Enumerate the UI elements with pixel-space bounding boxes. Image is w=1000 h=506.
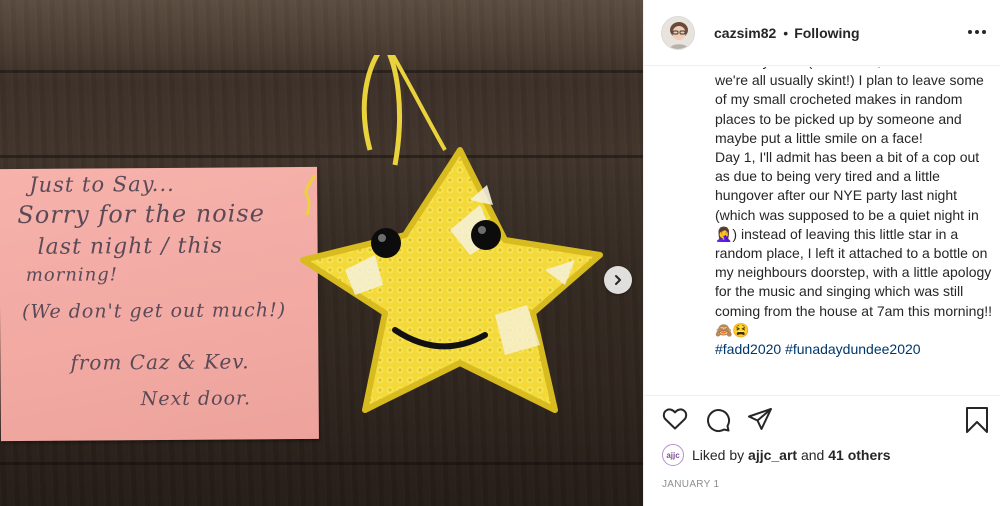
comment-button[interactable] xyxy=(705,407,731,438)
note-line: from Caz & Kev. xyxy=(70,349,250,375)
more-horizontal-icon xyxy=(975,30,979,34)
hashtag-link[interactable]: #fadd2020 xyxy=(715,341,781,357)
more-horizontal-icon xyxy=(968,30,972,34)
likes-others[interactable]: 41 others xyxy=(828,447,890,463)
caption-paragraph: Day 1, I'll admit has been a bit of a co… xyxy=(715,149,993,338)
avatar[interactable]: ajjc xyxy=(662,444,684,466)
save-button[interactable] xyxy=(965,406,989,439)
avatar[interactable] xyxy=(661,15,695,50)
user-avatar-icon xyxy=(662,16,694,49)
following-button[interactable]: Following xyxy=(794,25,859,41)
note-line: last night / this xyxy=(37,233,223,260)
caption-scroll-area[interactable]: for many of us (as it's cold, it's dark … xyxy=(644,67,1000,395)
post-actions: ajjc Liked by ajjc_art and 41 others JAN… xyxy=(644,395,1000,506)
note-line: Next door. xyxy=(140,387,252,411)
chevron-right-icon xyxy=(615,275,621,285)
note-line: morning! xyxy=(25,264,119,286)
like-button[interactable] xyxy=(662,407,688,436)
username[interactable]: cazsim82 xyxy=(714,25,776,41)
more-options-button[interactable] xyxy=(965,20,989,44)
likes-middle: and xyxy=(800,447,825,463)
carousel-next-button[interactable] xyxy=(604,266,632,294)
note-line: (We don't get out much!) xyxy=(21,299,287,323)
likes-summary: ajjc Liked by ajjc_art and 41 others xyxy=(662,444,890,466)
mini-avatar-label: ajjc xyxy=(666,450,680,460)
caption-paragraph: for many of us (as it's cold, it's dark … xyxy=(715,67,984,146)
note-line: Sorry for the noise xyxy=(17,199,265,229)
post-photo: Just to Say... Sorry for the noise last … xyxy=(0,0,643,506)
hashtag-link[interactable]: #funadaydundee2020 xyxy=(785,341,920,357)
share-paper-plane-icon xyxy=(748,408,772,430)
bookmark-icon xyxy=(966,407,988,433)
share-button[interactable] xyxy=(747,407,773,438)
separator-dot: • xyxy=(783,24,789,41)
caption: for many of us (as it's cold, it's dark … xyxy=(715,67,995,359)
post-header: cazsim82 • Following xyxy=(644,0,1000,66)
likes-prefix: Liked by xyxy=(692,447,745,463)
comment-icon xyxy=(707,409,731,433)
crochet-star xyxy=(255,41,625,465)
post-date[interactable]: JANUARY 1 xyxy=(662,479,719,490)
hashtags: #fadd2020 #funadaydundee2020 xyxy=(715,340,995,359)
heart-icon xyxy=(662,408,688,430)
note-line: Just to Say... xyxy=(29,171,175,197)
more-horizontal-icon xyxy=(982,30,986,34)
liked-by-user[interactable]: ajjc_art xyxy=(748,447,797,463)
post-side-panel: cazsim82 • Following for many of us (as … xyxy=(643,0,1000,506)
